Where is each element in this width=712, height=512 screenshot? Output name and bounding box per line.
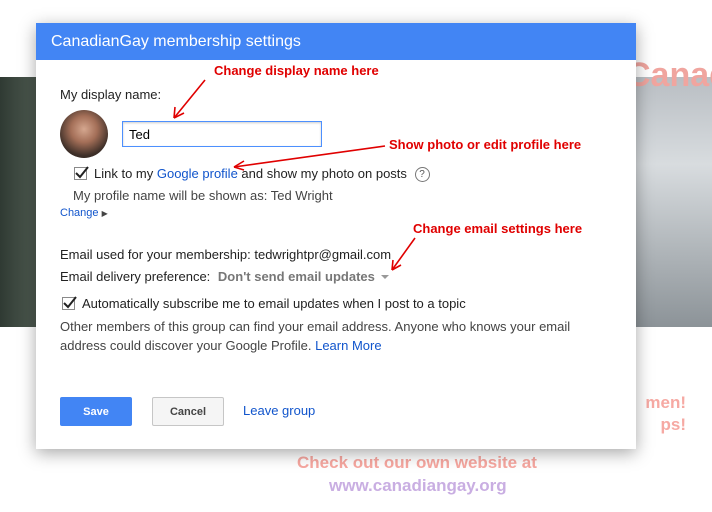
arrow-display-name bbox=[173, 79, 206, 119]
arrow-email bbox=[391, 237, 416, 271]
arrow-photo bbox=[233, 145, 386, 168]
annotation-arrows bbox=[173, 79, 416, 271]
